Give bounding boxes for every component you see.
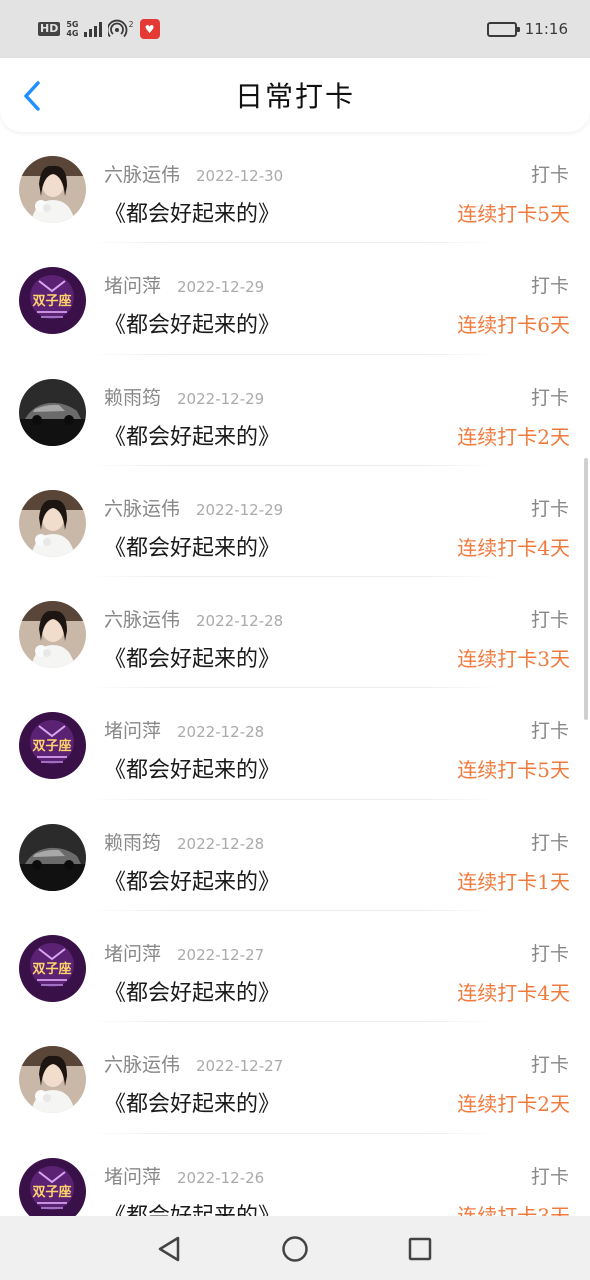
book-title: 《都会好起来的》 (104, 202, 281, 227)
nav-back-button[interactable] (154, 1234, 184, 1264)
avatar[interactable] (19, 601, 86, 669)
streak-label: 连续打卡5天 (457, 758, 570, 783)
user-name: 堵问萍 2022-12-28 (104, 720, 265, 743)
system-nav-bar (0, 1216, 590, 1280)
record-type: 打卡 (530, 943, 569, 966)
avatar[interactable] (19, 378, 86, 446)
book-title: 《都会好起来的》 (104, 758, 281, 784)
checkin-record[interactable]: 赖雨筠 2022-12-29 打卡《都会好起来的》 连续打卡2天 (0, 355, 590, 466)
book-title: 《都会好起来的》 (104, 981, 281, 1007)
svg-text:双子座: 双子座 (32, 293, 71, 309)
nav-home-button[interactable] (280, 1234, 310, 1264)
user-name: 六脉运伟 2022-12-30 (104, 164, 284, 186)
streak-label: 连续打卡6天 (457, 313, 570, 338)
checkin-list: 六脉运伟 2022-12-30 打卡 《都会好起来的》 连续打卡5天 双子座 堵问萍 2022… (0, 132, 590, 1216)
avatar[interactable] (19, 1046, 86, 1114)
checkin-date: 2022-12-30 (196, 167, 284, 185)
checkin-record[interactable]: 双子座 堵问萍2022-12-26 打卡《都会好起来的》 连续打卡3天 (0, 1134, 590, 1216)
record-type: 打卡 (530, 275, 569, 298)
checkin-record[interactable]: 赖雨筠 2022-12-28 打卡《都会好起来的》 连续打卡1天 (0, 800, 590, 912)
svg-text:双子座: 双子座 (32, 738, 71, 754)
checkin-record[interactable]: 双子座 堵问萍 2022-12-28 打卡《都会好起来的》 连续打卡5天 (0, 688, 590, 800)
user-name: 赖雨筠 2022-12-29 (104, 386, 265, 409)
avatar[interactable]: 双子座 (19, 935, 86, 1003)
back-button[interactable] (14, 76, 50, 116)
book-title: 《都会好起来的》 (104, 1198, 280, 1216)
checkin-record[interactable]: 双子座 堵问萍 2022-12-29 打卡《都会好起来的》 连续打卡6天 (0, 243, 590, 355)
streak-label: 连续打卡3天 (457, 647, 570, 672)
page-title: 日常打卡 (234, 80, 355, 113)
record-type: 打卡 (530, 720, 569, 743)
checkin-record[interactable]: 六脉运伟 2022-12-28 打卡《都会好起来的》 连续打卡3天 (0, 577, 590, 689)
streak-label: 连续打卡1天 (457, 869, 570, 894)
app-header: 日常打卡 (0, 58, 590, 132)
book-title: 《都会好起来的》 (104, 869, 281, 895)
book-title: 《都会好起来的》 (104, 424, 281, 450)
record-type: 打卡 (530, 1165, 569, 1188)
user-name: 堵问萍 2022-12-29 (104, 275, 265, 298)
avatar[interactable] (19, 823, 86, 891)
record-type: 打卡 (530, 1054, 569, 1077)
user-name: 赖雨筠 2022-12-28 (104, 831, 265, 854)
record-type: 打卡 (530, 386, 569, 409)
record-type: 打卡 (530, 609, 569, 632)
user-name: 堵问萍 2022-12-26 (104, 1165, 265, 1188)
svg-text:双子座: 双子座 (32, 1184, 71, 1200)
checkin-date: 2022-12-27 (177, 946, 265, 965)
signal-icon (84, 21, 103, 37)
streak-label: 连续打卡5天 (457, 202, 570, 226)
avatar[interactable] (19, 489, 86, 557)
battery-icon (486, 21, 520, 37)
book-title: 《都会好起来的》 (104, 647, 281, 673)
chevron-left-icon (24, 81, 40, 111)
triangle-back-icon (158, 1236, 180, 1262)
streak-label: 连续打卡2天 (457, 1092, 570, 1117)
record-type: 打卡 (530, 831, 569, 854)
status-bar: HD 5G 4G 2 ♥ 11:16 (0, 0, 590, 58)
hd-indicator: HD (38, 22, 61, 36)
checkin-record[interactable]: 双子座 堵问萍 2022-12-27 打卡《都会好起来的》 连续打卡4天 (0, 911, 590, 1023)
checkin-date: 2022-12-29 (177, 278, 265, 297)
book-title: 《都会好起来的》 (104, 313, 281, 339)
app-notification-icon: ♥ (139, 19, 160, 39)
checkin-date: 2022-12-27 (196, 1057, 284, 1076)
user-name: 六脉运伟 2022-12-28 (104, 609, 284, 632)
user-name: 堵问萍 2022-12-27 (104, 943, 265, 966)
user-name: 六脉运伟 2022-12-27 (104, 1054, 284, 1077)
streak-label: 连续打卡3天 (457, 1203, 570, 1216)
avatar[interactable]: 双子座 (19, 267, 86, 335)
streak-label: 连续打卡4天 (457, 535, 570, 560)
scrollbar[interactable] (584, 458, 588, 720)
hotspot-icon (108, 19, 128, 38)
hotspot-count: 2 (128, 19, 134, 29)
circle-home-icon (282, 1236, 308, 1262)
avatar[interactable]: 双子座 (19, 712, 86, 780)
streak-label: 连续打卡2天 (457, 424, 570, 449)
book-title: 《都会好起来的》 (104, 535, 281, 561)
book-title: 《都会好起来的》 (104, 1092, 281, 1118)
checkin-date: 2022-12-28 (196, 612, 284, 631)
avatar[interactable] (19, 156, 86, 223)
checkin-date: 2022-12-29 (196, 500, 284, 519)
record-type: 打卡 (530, 497, 569, 520)
checkin-date: 2022-12-28 (177, 723, 265, 742)
record-type: 打卡 (530, 164, 569, 186)
user-name: 六脉运伟 2022-12-29 (104, 497, 284, 520)
square-recent-icon (408, 1237, 432, 1261)
network-type: 5G 4G (66, 20, 79, 38)
checkin-date: 2022-12-26 (177, 1168, 265, 1187)
clock: 11:16 (524, 20, 568, 38)
checkin-record[interactable]: 六脉运伟 2022-12-30 打卡《都会好起来的》 连续打卡5天 (0, 132, 590, 244)
svg-text:双子座: 双子座 (32, 961, 71, 977)
checkin-record[interactable]: 六脉运伟 2022-12-29 打卡《都会好起来的》 连续打卡4天 (0, 466, 590, 578)
nav-recent-button[interactable] (405, 1234, 435, 1264)
checkin-date: 2022-12-28 (177, 834, 265, 853)
checkin-date: 2022-12-29 (177, 389, 265, 408)
streak-label: 连续打卡4天 (457, 981, 570, 1006)
checkin-record[interactable]: 六脉运伟 2022-12-27 打卡《都会好起来的》 连续打卡2天 (0, 1022, 590, 1134)
avatar[interactable]: 双子座 (19, 1157, 86, 1216)
